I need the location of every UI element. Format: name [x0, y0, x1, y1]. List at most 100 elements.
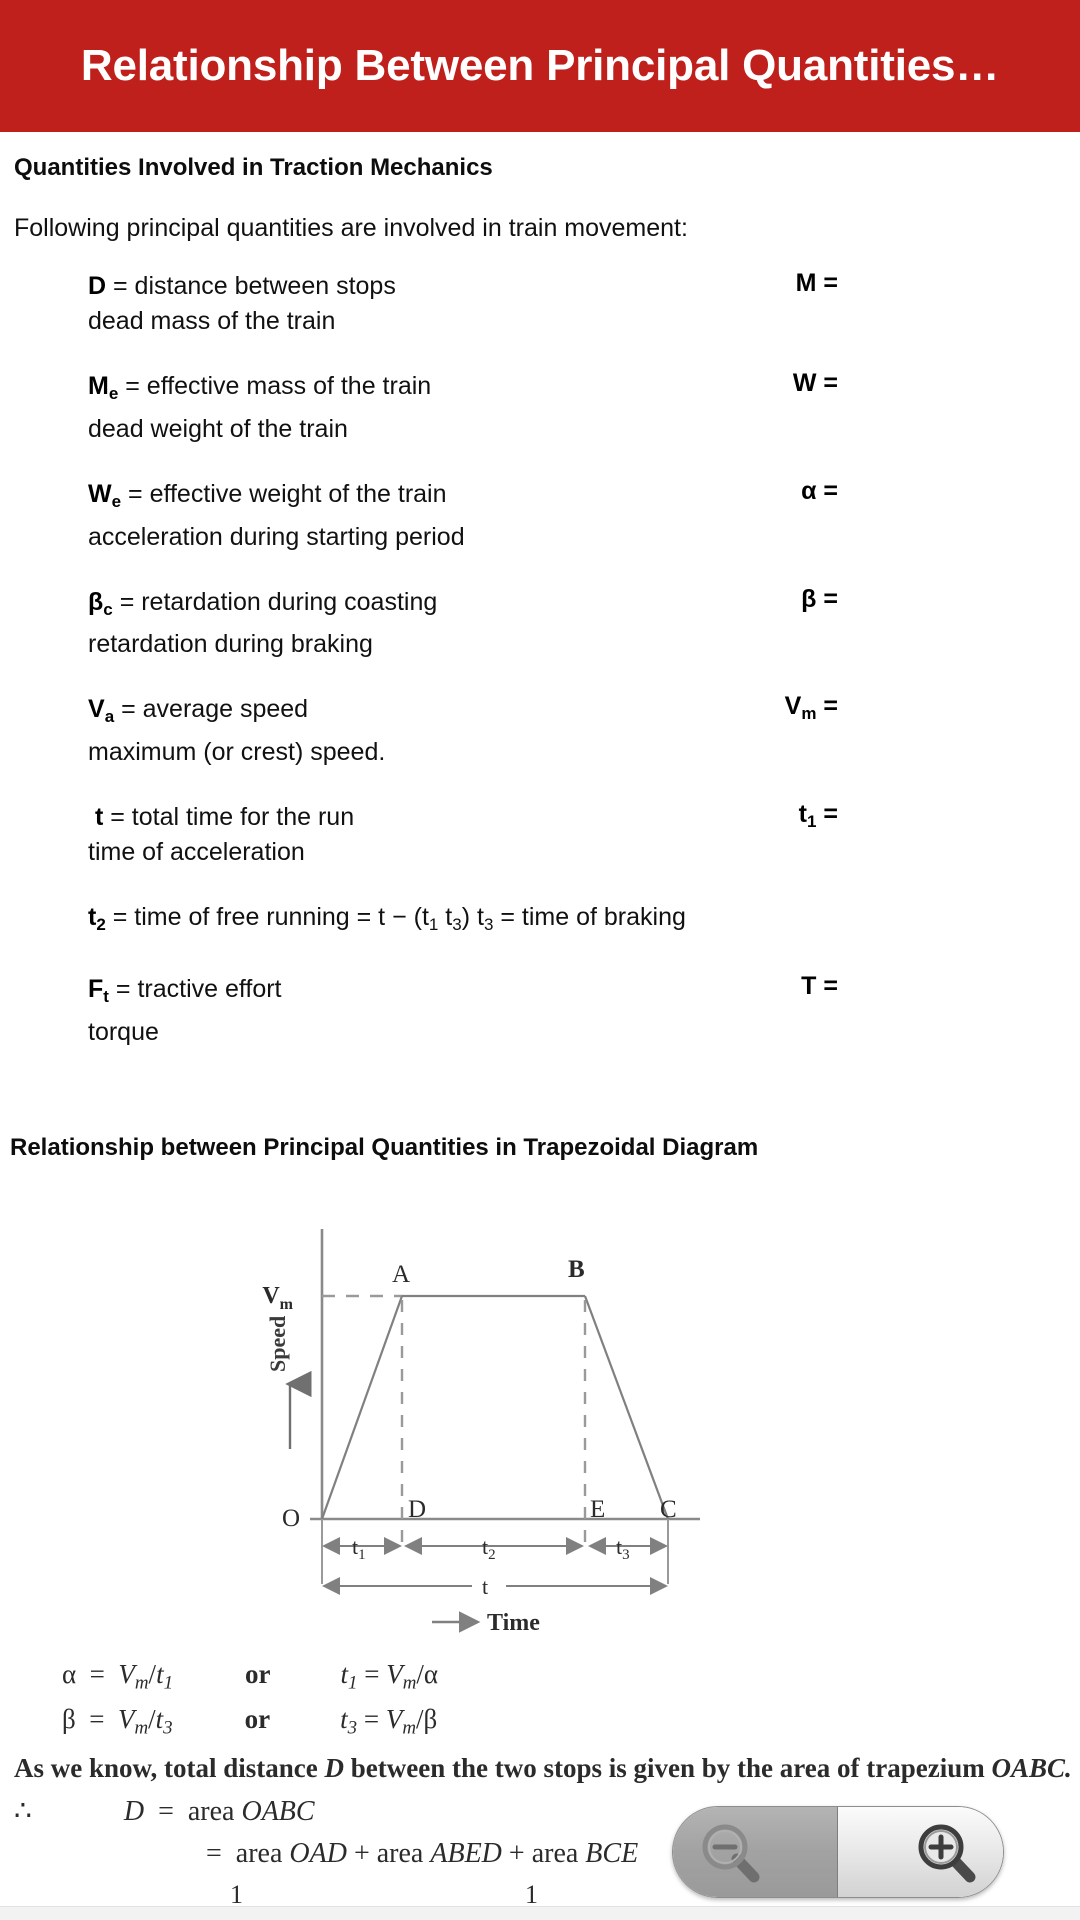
right-symbol-equals: = — [823, 584, 838, 613]
symbol-base: M — [88, 372, 109, 400]
page-bottom-edge — [0, 1906, 1080, 1920]
wide-sub-b: 3 — [452, 914, 462, 934]
symbol-base: F — [88, 974, 104, 1003]
app-bar: Relationship Between Principal Quantitie… — [0, 0, 1080, 132]
zoom-in-button[interactable] — [838, 1807, 1003, 1897]
time-axis-label: Time — [487, 1610, 540, 1636]
definition-line-primary: Ft = tractive effort — [88, 972, 1060, 1014]
zoom-control[interactable] — [672, 1806, 1004, 1898]
statement-line: As we know, total distance D between the… — [0, 1753, 1080, 1784]
eq2-word-1: area — [235, 1837, 290, 1869]
statement-part-b: between the two stops is given by the ar… — [344, 1752, 992, 1783]
definition-line-primary: Va = average speed — [88, 692, 1060, 734]
right-symbol-subscript: m — [801, 704, 817, 723]
definition-text: = total time for the run — [110, 803, 355, 831]
vm-label: Vm — [262, 1283, 293, 1313]
wide-part-2: t — [438, 903, 453, 931]
definition-symbol: βc — [88, 587, 113, 619]
eq2-plus-2: + — [501, 1837, 532, 1869]
eq2-plus-1: + — [346, 1837, 377, 1869]
dim-t-total-label: t — [482, 1574, 488, 1599]
eq2-word-3: area — [531, 1837, 586, 1869]
therefore-symbol: ∴ — [14, 1795, 32, 1827]
definition-right-symbol: α = — [658, 477, 838, 506]
definition-line-secondary: time of acceleration — [88, 838, 305, 866]
dim-t1-label: t1 — [352, 1534, 366, 1563]
zoom-out-button[interactable] — [673, 1807, 838, 1897]
symbol-subscript: a — [104, 707, 115, 726]
right-symbol-base: β — [801, 584, 817, 613]
definition-text: = effective mass of the train — [125, 372, 432, 400]
definition-row: βc = retardation during coasting retarda… — [88, 585, 1060, 663]
right-symbol-base: M — [795, 269, 817, 297]
definition-right-symbol: β = — [658, 585, 838, 614]
section-heading-quantities: Quantities Involved in Traction Mechanic… — [14, 154, 493, 181]
wide-part-4: = time of braking — [493, 903, 686, 931]
definition-symbol: Ft — [88, 974, 109, 1006]
definition-symbol: t — [94, 803, 104, 831]
beta-conjunction: or — [244, 1704, 271, 1735]
formula-row-alpha: α = Vm/t1 or t1 = Vm/α — [18, 1656, 1080, 1702]
definition-line-primary: We = effective weight of the train — [88, 477, 1060, 519]
eq1-symbol: OABC — [241, 1795, 315, 1827]
definition-line-secondary: retardation during braking — [88, 630, 373, 659]
trapezoidal-diagram: Speed Vm A B O D E C t1 t2 t3 t Time — [0, 1224, 1080, 1654]
eq2-symbol-3: BCE — [585, 1837, 639, 1869]
foot-label-e: E — [590, 1496, 605, 1523]
alpha-num-sub: m — [134, 1672, 149, 1694]
alpha-den-sub: 1 — [163, 1672, 174, 1694]
right-symbol-base: T — [801, 971, 817, 1000]
definition-row-wide: t2 = time of free running = t − (t1 t3) … — [88, 900, 1060, 942]
wide-sub-a: 1 — [428, 914, 439, 934]
definition-symbol: Va — [88, 695, 115, 726]
statement-part-a: As we know, total distance — [14, 1752, 325, 1783]
symbol-subscript: e — [108, 383, 119, 403]
definition-text: = tractive effort — [115, 974, 282, 1003]
t1-slash: / — [416, 1658, 424, 1689]
definition-line-primary: D = distance between stops — [88, 269, 1060, 303]
alpha-slash: / — [148, 1658, 157, 1689]
vertex-label-b: B — [568, 1256, 585, 1283]
right-symbol-subscript: 1 — [806, 811, 817, 831]
symbol-base: β — [88, 587, 104, 616]
definition-line-secondary: maximum (or crest) speed. — [88, 738, 386, 766]
definition-text: = effective weight of the train — [128, 479, 447, 508]
right-symbol-equals: = — [823, 269, 838, 297]
right-symbol-equals: = — [823, 476, 838, 505]
eq2-symbol-2: ABED — [430, 1837, 502, 1869]
definition-symbol: t2 — [88, 903, 106, 934]
beta-numerator: V — [117, 1704, 135, 1735]
symbol-subscript: e — [111, 491, 122, 511]
definition-right-symbol: W = — [658, 369, 838, 398]
beta-equals: = — [89, 1704, 105, 1735]
definition-right-symbol: M = — [658, 269, 838, 298]
right-symbol-equals: = — [823, 971, 838, 1000]
definition-line-primary: t = total time for the run — [88, 800, 1060, 834]
zoom-out-icon — [702, 1824, 760, 1883]
symbol-base: V — [88, 695, 105, 724]
t1-equals: = — [364, 1658, 380, 1689]
dim-t2-label: t2 — [482, 1534, 496, 1563]
right-symbol-base: W — [792, 369, 817, 397]
t3-lhs: t — [340, 1704, 348, 1735]
definition-line-primary: t2 = time of free running = t − (t1 t3) … — [88, 900, 1060, 942]
alpha-equals: = — [89, 1658, 105, 1689]
t1-num-sub: m — [402, 1672, 417, 1694]
definition-list: D = distance between stops dead mass of … — [0, 269, 1080, 1050]
alpha-numerator: V — [118, 1658, 135, 1689]
dim-t3-label: t3 — [616, 1534, 630, 1563]
speed-axis-label: Speed — [265, 1315, 290, 1371]
t1-lhs: t — [340, 1658, 349, 1689]
alpha-lhs: α — [62, 1658, 77, 1689]
right-symbol-base: t — [798, 800, 807, 828]
beta-slash: / — [148, 1704, 156, 1735]
formula-block: α = Vm/t1 or t1 = Vm/α β = Vm/t3 or t3 = Vm/… — [0, 1656, 1080, 1747]
right-symbol-equals: = — [823, 369, 838, 397]
definition-text: = average speed — [121, 695, 309, 724]
vertex-label-a: A — [392, 1261, 410, 1288]
t1-lhs-sub: 1 — [348, 1672, 358, 1694]
statement-symbol-oabc: OABC. — [991, 1752, 1072, 1783]
t3-equals: = — [363, 1704, 380, 1735]
beta-lhs: β — [62, 1704, 76, 1735]
definition-right-symbol: Vm = — [658, 692, 838, 724]
